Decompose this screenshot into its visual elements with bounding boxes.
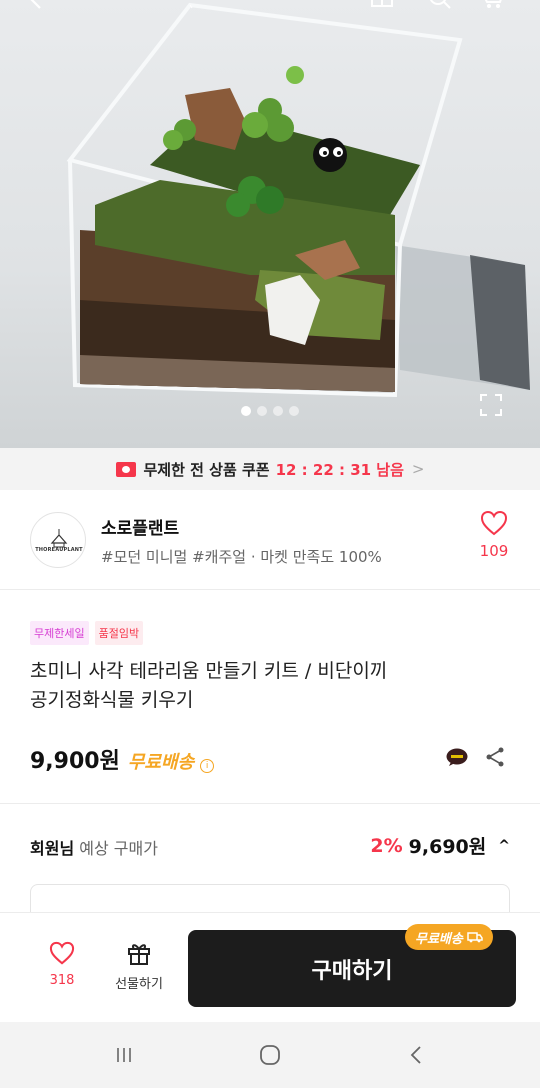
info-icon[interactable]: i xyxy=(200,759,215,773)
share-icon[interactable] xyxy=(484,746,506,768)
gallery-dot[interactable] xyxy=(257,406,267,416)
member-discount: 2% xyxy=(370,834,403,857)
store-info[interactable]: THOREAUPLANT 소로플랜트 #모던 미니멀 #캐주얼 · 마켓 만족도… xyxy=(0,490,540,590)
heart-icon xyxy=(49,941,75,965)
terrarium-photo xyxy=(66,2,530,398)
system-navigation-bar xyxy=(0,1022,540,1088)
badge-list: 무제한세일 품절임박 xyxy=(30,621,144,645)
store-like-count: 109 xyxy=(479,542,509,560)
home-icon[interactable] xyxy=(370,0,398,14)
truck-icon xyxy=(467,932,483,943)
fullscreen-icon[interactable] xyxy=(478,392,504,418)
chevron-right-icon: > xyxy=(411,460,425,478)
gallery-dot[interactable] xyxy=(273,406,283,416)
bottom-action-bar: 318 선물하기 구매하기 무료배송 xyxy=(0,912,540,1022)
chevron-up-icon[interactable]: ^ xyxy=(498,838,510,854)
top-bar xyxy=(0,0,540,22)
gallery-dot[interactable] xyxy=(241,406,251,416)
free-shipping-tag: 무료배송 xyxy=(405,924,493,950)
gift-icon xyxy=(128,944,150,965)
coupon-icon xyxy=(115,461,136,477)
heart-icon xyxy=(480,510,508,536)
member-price-amount: 9,690원 xyxy=(408,836,487,858)
product-title-line: 공기정화식물 키우기 xyxy=(30,689,194,711)
gallery-dot[interactable] xyxy=(289,406,299,416)
gallery-pagination[interactable] xyxy=(0,401,540,420)
like-count: 318 xyxy=(49,973,75,988)
coupon-label: 무제한 전 상품 쿠폰 xyxy=(143,460,270,479)
store-logo-text: THOREAUPLANT xyxy=(35,547,83,553)
store-logo[interactable]: THOREAUPLANT xyxy=(30,512,86,568)
recent-apps-icon[interactable] xyxy=(104,1040,144,1070)
price-row: 9,900원 무료배송 i xyxy=(30,743,215,775)
free-shipping-label: 무료배송 xyxy=(127,752,195,773)
store-name[interactable]: 소로플랜트 xyxy=(101,514,179,539)
coupon-banner[interactable]: 무제한 전 상품 쿠폰 12 : 22 : 31 남음 > xyxy=(0,448,540,490)
home-button-icon[interactable] xyxy=(250,1040,290,1070)
like-button[interactable]: 318 xyxy=(38,941,86,988)
product-title-line: 초미니 사각 테라리움 만들기 키트 / 비단이끼 xyxy=(30,660,388,682)
free-shipping-tag-label: 무료배송 xyxy=(415,931,463,947)
product-image[interactable] xyxy=(0,0,540,448)
back-icon[interactable] xyxy=(28,0,56,14)
gift-label: 선물하기 xyxy=(115,977,163,992)
sale-badge: 무제한세일 xyxy=(30,621,89,645)
product-title: 초미니 사각 테라리움 만들기 키트 / 비단이끼 공기정화식물 키우기 xyxy=(30,657,500,715)
store-like-button[interactable]: 109 xyxy=(472,510,516,560)
store-logo-icon xyxy=(50,529,68,548)
store-tags: #모던 미니멀 #캐주얼 · 마켓 만족도 100% xyxy=(101,548,382,566)
cart-icon[interactable] xyxy=(482,0,510,14)
back-button-icon[interactable] xyxy=(396,1040,436,1070)
coupon-timer: 12 : 22 : 31 남음 xyxy=(275,460,404,479)
product-price: 9,900원 xyxy=(30,749,120,774)
member-price-section[interactable]: 회원님 예상 구매가 2% 9,690원 ^ xyxy=(0,805,540,889)
soldout-badge: 품절임박 xyxy=(94,621,144,645)
kakao-talk-icon[interactable] xyxy=(446,748,468,767)
member-price-label: 회원님 예상 구매가 xyxy=(30,839,158,858)
search-icon[interactable] xyxy=(428,0,456,14)
member-price-value[interactable]: 2% 9,690원 ^ xyxy=(370,832,510,859)
product-info: 무제한세일 품절임박 초미니 사각 테라리움 만들기 키트 / 비단이끼 공기정… xyxy=(0,591,540,804)
gift-button[interactable]: 선물하기 xyxy=(104,941,174,992)
